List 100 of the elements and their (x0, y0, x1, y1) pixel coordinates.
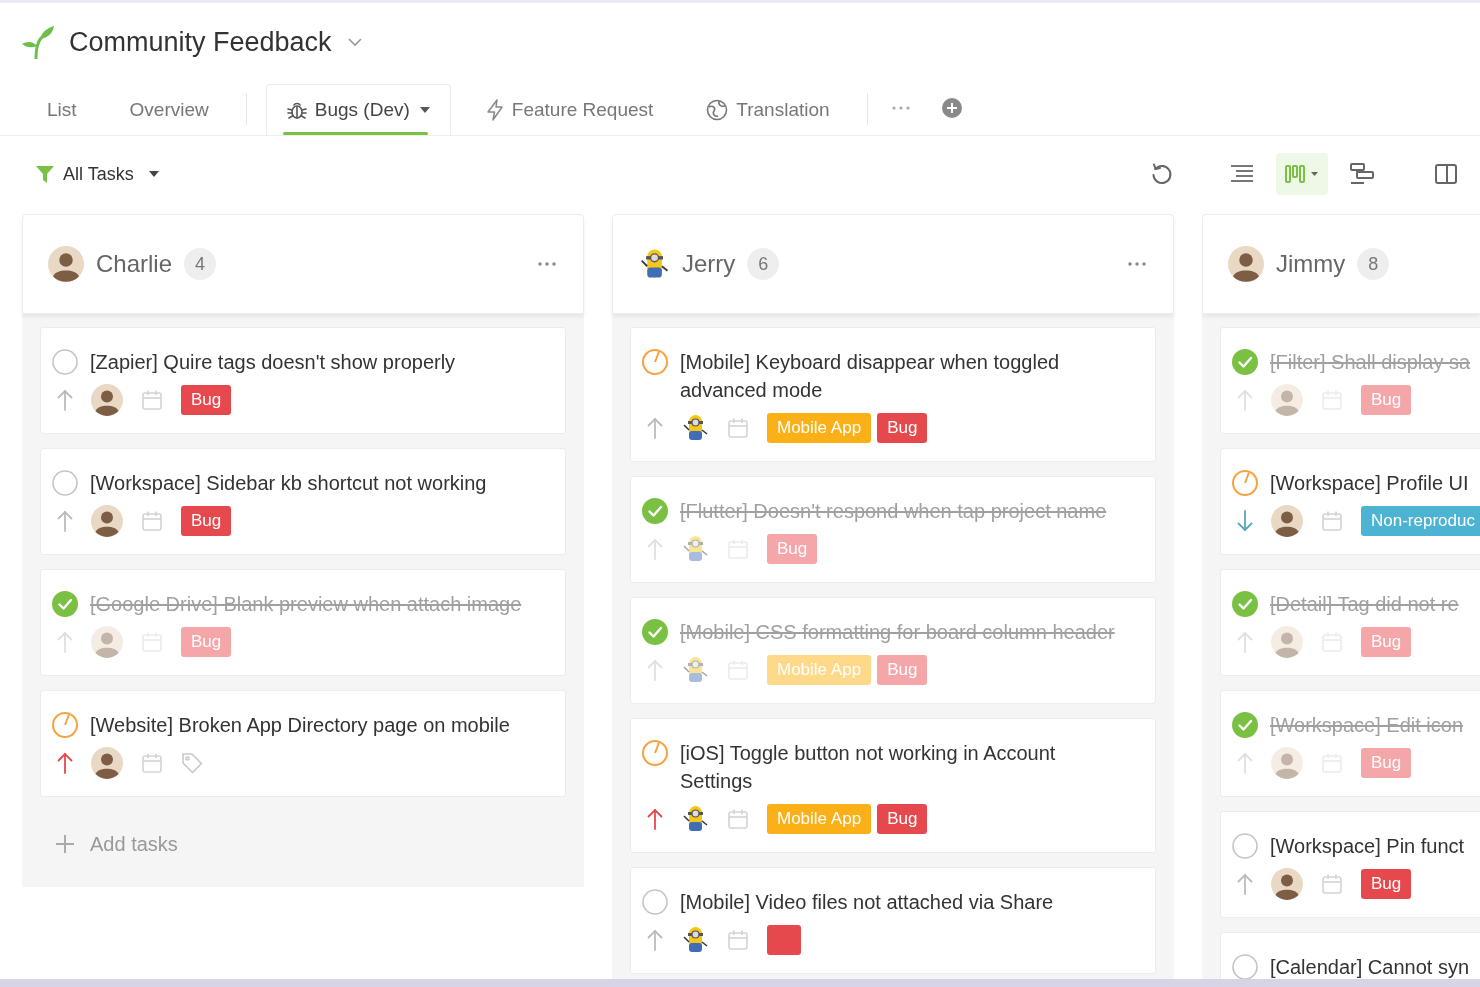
filter-button[interactable]: All Tasks (35, 163, 159, 185)
check-circle-icon[interactable] (1232, 349, 1258, 375)
arrow-up-icon[interactable] (647, 808, 663, 830)
task-title: [Workspace] Profile UI (1270, 471, 1469, 496)
tag-chip[interactable]: Non-reproduc (1361, 506, 1480, 536)
empty-circle-icon[interactable] (1232, 833, 1258, 859)
avatar-icon[interactable] (91, 384, 123, 416)
task-card[interactable]: [Website] Broken App Directory page on mobile (40, 690, 566, 797)
check-circle-icon[interactable] (642, 498, 668, 524)
task-title: [Filter] Shall display sa (1270, 350, 1471, 375)
tag-chip[interactable]: Bug (877, 413, 928, 443)
arrow-up-icon[interactable] (647, 417, 663, 439)
side-panel-icon[interactable] (1434, 162, 1458, 186)
empty-circle-icon[interactable] (642, 889, 668, 915)
calendar-icon[interactable] (727, 808, 749, 830)
check-circle-icon[interactable] (52, 591, 78, 617)
check-circle-icon[interactable] (642, 619, 668, 645)
avatar-icon[interactable] (1271, 505, 1303, 537)
chevron-down-icon[interactable] (347, 37, 362, 47)
assignee-name: Charlie (96, 250, 173, 278)
task-card[interactable]: [Detail] Tag did not re Bug (1220, 569, 1480, 676)
bug-icon (286, 100, 307, 120)
task-title: [Mobile] Keyboard disappear when toggled advanced mode (680, 350, 1061, 403)
refresh-icon[interactable] (1150, 162, 1174, 186)
in-progress-icon[interactable] (1232, 470, 1258, 496)
task-count: 6 (747, 248, 780, 280)
tab[interactable]: List (29, 84, 95, 135)
task-title: [Detail] Tag did not re (1270, 592, 1459, 617)
assignee-name: Jerry (682, 250, 736, 278)
avatar-icon (1228, 246, 1264, 282)
assignee-name: Jimmy (1276, 250, 1346, 278)
task-title: [Workspace] Edit icon (1270, 713, 1464, 738)
arrow-up-icon[interactable] (1237, 873, 1253, 895)
task-card[interactable]: [Calendar] Cannot syn (1220, 932, 1480, 979)
task-card[interactable]: [Workspace] Pin funct Bug (1220, 811, 1480, 918)
arrow-down-icon[interactable] (1237, 510, 1253, 532)
caret-icon[interactable] (419, 107, 430, 113)
calendar-icon[interactable] (1321, 873, 1343, 895)
task-card[interactable]: [Flutter] Doesn't respond when tap project name Bug (630, 476, 1156, 583)
task-card[interactable]: [iOS] Toggle button not working in Account Settings Mobile App Bug (630, 718, 1156, 853)
task-count: 4 (184, 248, 217, 280)
in-progress-icon[interactable] (52, 712, 78, 738)
tag-chip[interactable]: Bug (1361, 869, 1412, 899)
tab[interactable]: Translation (688, 84, 848, 135)
task-card[interactable]: [Mobile] Video files not attached via Share (630, 867, 1156, 974)
arrow-up-icon[interactable] (57, 510, 73, 532)
calendar-icon[interactable] (727, 417, 749, 439)
task-title: [Workspace] Sidebar kb shortcut not working (90, 471, 487, 496)
tab[interactable]: Feature Request (467, 84, 672, 135)
task-card[interactable]: [Mobile] Keyboard disappear when toggled advanced mode Mobile App Bug (630, 327, 1156, 462)
sprout-logo-icon (21, 25, 55, 59)
tag-chip[interactable]: Bug (877, 804, 928, 834)
tab[interactable]: Bugs (Dev) (265, 84, 451, 135)
tab[interactable]: Overview (111, 84, 227, 135)
task-title: [Mobile] Video files not attached via Share (680, 890, 1054, 915)
avatar-icon (48, 246, 84, 282)
add-task-button[interactable]: Add tasks (40, 825, 178, 863)
task-card[interactable]: [Mobile] CSS formatting for board column header Mobile App Bug (630, 597, 1156, 704)
task-card[interactable]: [Zapier] Quire tags doesn't show properly Bug (40, 327, 566, 434)
calendar-icon[interactable] (727, 929, 749, 951)
check-circle-icon[interactable] (1232, 591, 1258, 617)
task-card[interactable]: [Workspace] Profile UI Non-reproduc (1220, 448, 1480, 555)
task-title: [Website] Broken App Directory page on mobile (90, 713, 510, 738)
plus-icon (55, 834, 75, 854)
more-icon[interactable] (890, 105, 911, 111)
task-card[interactable]: [Workspace] Sidebar kb shortcut not working Bug (40, 448, 566, 555)
task-title: [Calendar] Cannot syn (1270, 955, 1469, 979)
task-card[interactable]: [Workspace] Edit icon Bug (1220, 690, 1480, 797)
in-progress-icon[interactable] (642, 349, 668, 375)
avatar-icon[interactable] (91, 747, 123, 779)
avatar-icon[interactable] (91, 505, 123, 537)
task-title: [iOS] Toggle button not working in Account Settings (680, 741, 1057, 794)
task-title: [Flutter] Doesn't respond when tap project name (680, 499, 1107, 524)
empty-circle-icon[interactable] (52, 349, 78, 375)
tag-chip[interactable]: Bug (181, 506, 232, 536)
arrow-up-icon[interactable] (57, 389, 73, 411)
calendar-icon[interactable] (141, 752, 163, 774)
arrow-up-icon[interactable] (647, 929, 663, 951)
avatar-icon[interactable] (1271, 868, 1303, 900)
calendar-icon[interactable] (141, 510, 163, 532)
task-card[interactable]: [Google Drive] Blank preview when attach image Bug (40, 569, 566, 676)
task-title: [Workspace] Pin funct (1270, 834, 1465, 859)
tag-icon[interactable] (181, 752, 203, 774)
task-count: 8 (1357, 248, 1390, 280)
check-circle-icon[interactable] (1232, 712, 1258, 738)
tag-chip[interactable] (767, 925, 801, 955)
task-title: [Mobile] CSS formatting for board column header (680, 620, 1115, 645)
more-icon[interactable] (537, 261, 557, 267)
calendar-icon[interactable] (1321, 510, 1343, 532)
empty-circle-icon[interactable] (52, 470, 78, 496)
tag-chip[interactable]: Bug (181, 385, 232, 415)
board-view-icon[interactable] (1276, 153, 1328, 195)
funnel-icon (35, 164, 55, 184)
arrow-up-icon[interactable] (57, 752, 73, 774)
project-title: Community Feedback (69, 26, 332, 58)
in-progress-icon[interactable] (642, 740, 668, 766)
more-icon[interactable] (1127, 261, 1147, 267)
calendar-icon[interactable] (141, 389, 163, 411)
add-icon[interactable] (941, 98, 962, 118)
task-card[interactable]: [Filter] Shall display sa Bug (1220, 327, 1480, 434)
